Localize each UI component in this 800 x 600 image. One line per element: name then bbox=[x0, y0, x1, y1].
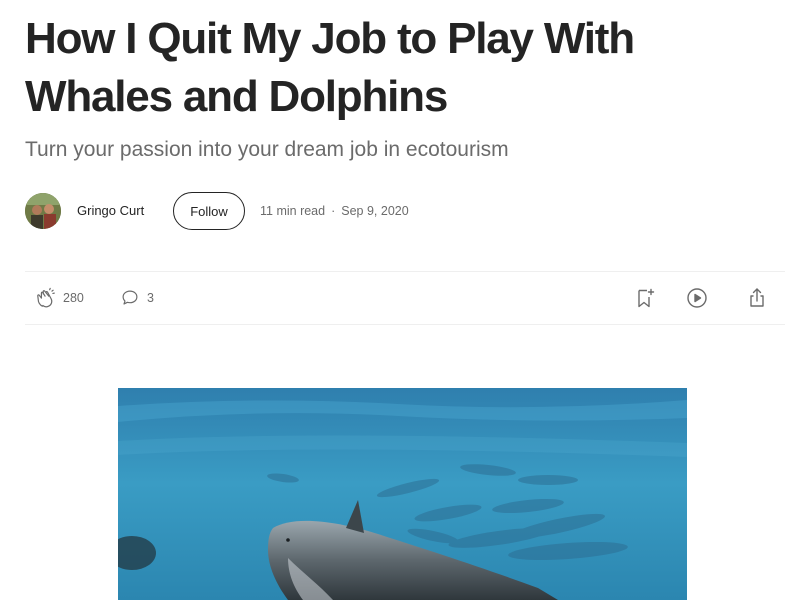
article: How I Quit My Job to Play With Whales an… bbox=[0, 0, 800, 600]
bookmark-button[interactable] bbox=[633, 272, 657, 324]
bookmark-icon bbox=[633, 286, 657, 310]
read-time: 11 min read bbox=[260, 204, 326, 218]
publish-date: Sep 9, 2020 bbox=[341, 204, 409, 218]
play-icon bbox=[685, 286, 709, 310]
hero-image bbox=[118, 388, 687, 600]
byline: Gringo Curt Follow 11 min read · Sep 9, 20… bbox=[25, 191, 625, 231]
meta-separator: · bbox=[331, 204, 336, 218]
clap-count: 280 bbox=[63, 291, 84, 305]
follow-button[interactable]: Follow bbox=[173, 192, 245, 230]
clap-button[interactable]: 280 bbox=[35, 272, 84, 324]
share-button[interactable] bbox=[745, 272, 769, 324]
comment-button[interactable]: 3 bbox=[119, 272, 154, 324]
avatar[interactable] bbox=[25, 193, 61, 229]
comment-icon bbox=[119, 287, 141, 309]
listen-button[interactable] bbox=[685, 272, 709, 324]
clap-icon bbox=[35, 287, 57, 309]
article-subtitle: Turn your passion into your dream job in… bbox=[25, 138, 509, 161]
share-icon bbox=[745, 286, 769, 310]
article-title: How I Quit My Job to Play With Whales an… bbox=[25, 14, 635, 121]
author-name[interactable]: Gringo Curt bbox=[77, 203, 144, 218]
comment-count: 3 bbox=[147, 291, 154, 305]
action-bar: 280 3 bbox=[25, 271, 785, 325]
article-meta: 11 min read · Sep 9, 2020 bbox=[260, 204, 409, 218]
